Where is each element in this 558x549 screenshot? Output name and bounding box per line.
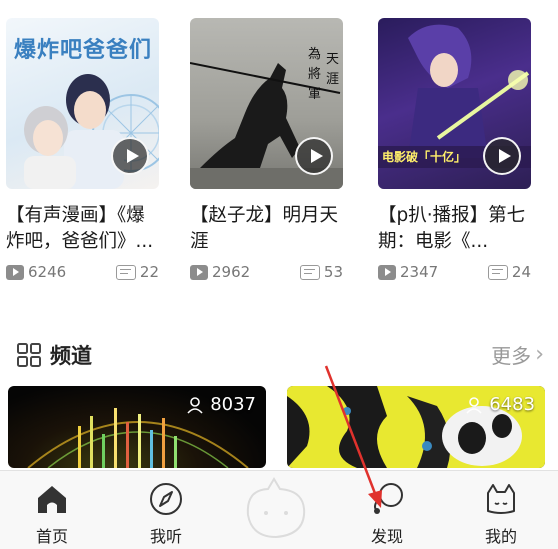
channel-listener-count: 8037 [186,394,256,415]
compass-icon [150,483,182,515]
tab-home[interactable]: 首页 [12,471,92,549]
video-thumbnail[interactable]: 為 將 軍 天 涯 [190,18,343,189]
comment-count: 22 [115,263,159,281]
user-icon [187,396,203,414]
svg-text:為: 為 [308,46,321,62]
channel-listener-count: 6483 [465,394,535,415]
play-count-icon [6,264,24,280]
video-thumbnail[interactable]: 爆炸吧爸爸们 [6,18,159,189]
tab-mascot[interactable] [238,471,318,549]
comment-icon [115,264,136,280]
video-stats: 6246 22 [6,261,159,283]
svg-text:將: 將 [308,67,321,82]
video-title[interactable]: 【有声漫画】《爆炸吧，爸爸们》... [6,203,159,255]
home-icon [38,486,66,513]
video-title[interactable]: 【赵子龙】明月天涯 [190,203,343,255]
play-count-icon [378,264,396,280]
play-count-icon [190,264,208,280]
video-stats: 2347 24 [378,261,531,283]
view-count: 2347 [378,263,438,281]
tab-listen[interactable]: 我听 [126,471,206,549]
play-button-icon[interactable] [295,137,333,175]
channel-card[interactable]: 8037 [8,386,266,468]
thumbnail-banner-text: 电影破「十亿」 [382,150,467,164]
comment-icon [299,264,320,280]
video-title[interactable]: 【p扒·播报】第七期：电影《... [378,203,531,255]
more-link[interactable]: 更多 › [491,340,544,369]
video-card-grid: 爆炸吧爸爸们 【有声漫画】《爆炸吧，爸爸们》... 6246 22 為 將 軍 … [0,0,558,290]
channel-card[interactable]: 6483 [287,386,545,468]
bottom-tab-bar: 首页 我听 发现 我的 [0,470,558,549]
svg-text:涯: 涯 [326,72,339,87]
video-card[interactable]: 為 將 軍 天 涯 【赵子龙】明月天涯 2962 53 [190,18,343,283]
mascot-icon [246,477,306,539]
view-count: 2962 [190,263,250,281]
discover-icon [374,483,403,514]
video-stats: 2962 53 [190,261,343,283]
video-card[interactable]: 爆炸吧爸爸们 【有声漫画】《爆炸吧，爸爸们》... 6246 22 [6,18,159,283]
tab-discover[interactable]: 发现 [347,471,427,549]
user-icon [466,396,482,414]
comment-count: 53 [299,263,343,281]
comment-count: 24 [487,263,531,281]
profile-cat-icon [487,484,515,514]
channel-grid-icon [17,343,41,367]
video-card[interactable]: 电影破「十亿」 【p扒·播报】第七期：电影《... 2347 24 [378,18,531,283]
tab-profile[interactable]: 我的 [461,471,541,549]
chevron-right-icon: › [535,342,544,367]
svg-text:天: 天 [326,52,339,67]
comment-icon [487,264,508,280]
play-button-icon[interactable] [111,137,149,175]
video-thumbnail[interactable]: 电影破「十亿」 [378,18,531,189]
section-title: 频道 [50,344,92,368]
channels-section-header: 频道 更多 › [0,335,558,375]
play-button-icon[interactable] [483,137,521,175]
view-count: 6246 [6,263,66,281]
svg-text:軍: 軍 [308,87,321,102]
thumbnail-title-text: 爆炸吧爸爸们 [14,38,153,63]
